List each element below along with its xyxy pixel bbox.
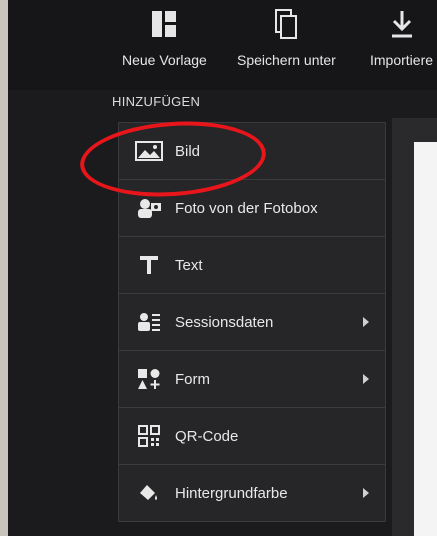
add-session-data-label: Sessionsdaten [175,313,274,331]
add-text-label: Text [175,256,203,274]
import-button[interactable]: Importiere [370,6,433,76]
text-icon [133,254,165,276]
qr-code-icon [133,425,165,447]
add-image-item[interactable]: Bild [119,123,385,180]
add-background-color-label: Hintergrundfarbe [175,484,288,502]
submenu-arrow-icon [363,317,369,327]
add-qr-code-label: QR-Code [175,427,239,445]
paint-bucket-icon [133,483,165,503]
add-qr-code-item[interactable]: QR-Code [119,408,385,465]
toolbar: Neue Vorlage Speichern unter Importiere [8,0,437,90]
add-session-data-item[interactable]: Sessionsdaten [119,294,385,351]
copy-icon [273,6,299,42]
new-template-label: Neue Vorlage [122,52,207,68]
add-photobooth-photo-label: Foto von der Fotobox [175,199,318,217]
image-icon [133,141,165,161]
import-label: Importiere [370,52,434,68]
add-shape-label: Form [175,370,210,388]
add-background-color-item[interactable]: Hintergrundfarbe [119,465,385,522]
template-icon [150,6,178,42]
shape-icon [133,368,165,390]
monitor-bezel [0,0,8,536]
canvas-area[interactable] [392,118,437,536]
section-title-add: HINZUFÜGEN [112,94,201,109]
app-window: Neue Vorlage Speichern unter Importiere [8,0,437,536]
new-template-button[interactable]: Neue Vorlage [122,6,207,76]
add-photobooth-photo-item[interactable]: Foto von der Fotobox [119,180,385,237]
photobooth-icon [133,197,165,219]
download-icon [389,6,415,42]
add-image-label: Bild [175,142,201,160]
submenu-arrow-icon [363,488,369,498]
session-data-icon [133,311,165,333]
save-as-label: Speichern unter [237,52,336,68]
submenu-arrow-icon [363,374,369,384]
add-shape-item[interactable]: Form [119,351,385,408]
save-as-button[interactable]: Speichern unter [237,6,336,76]
add-text-item[interactable]: Text [119,237,385,294]
add-element-panel: Bild Foto von der Fotobox Text Sessionsd… [118,122,386,522]
canvas-preview [414,142,437,536]
